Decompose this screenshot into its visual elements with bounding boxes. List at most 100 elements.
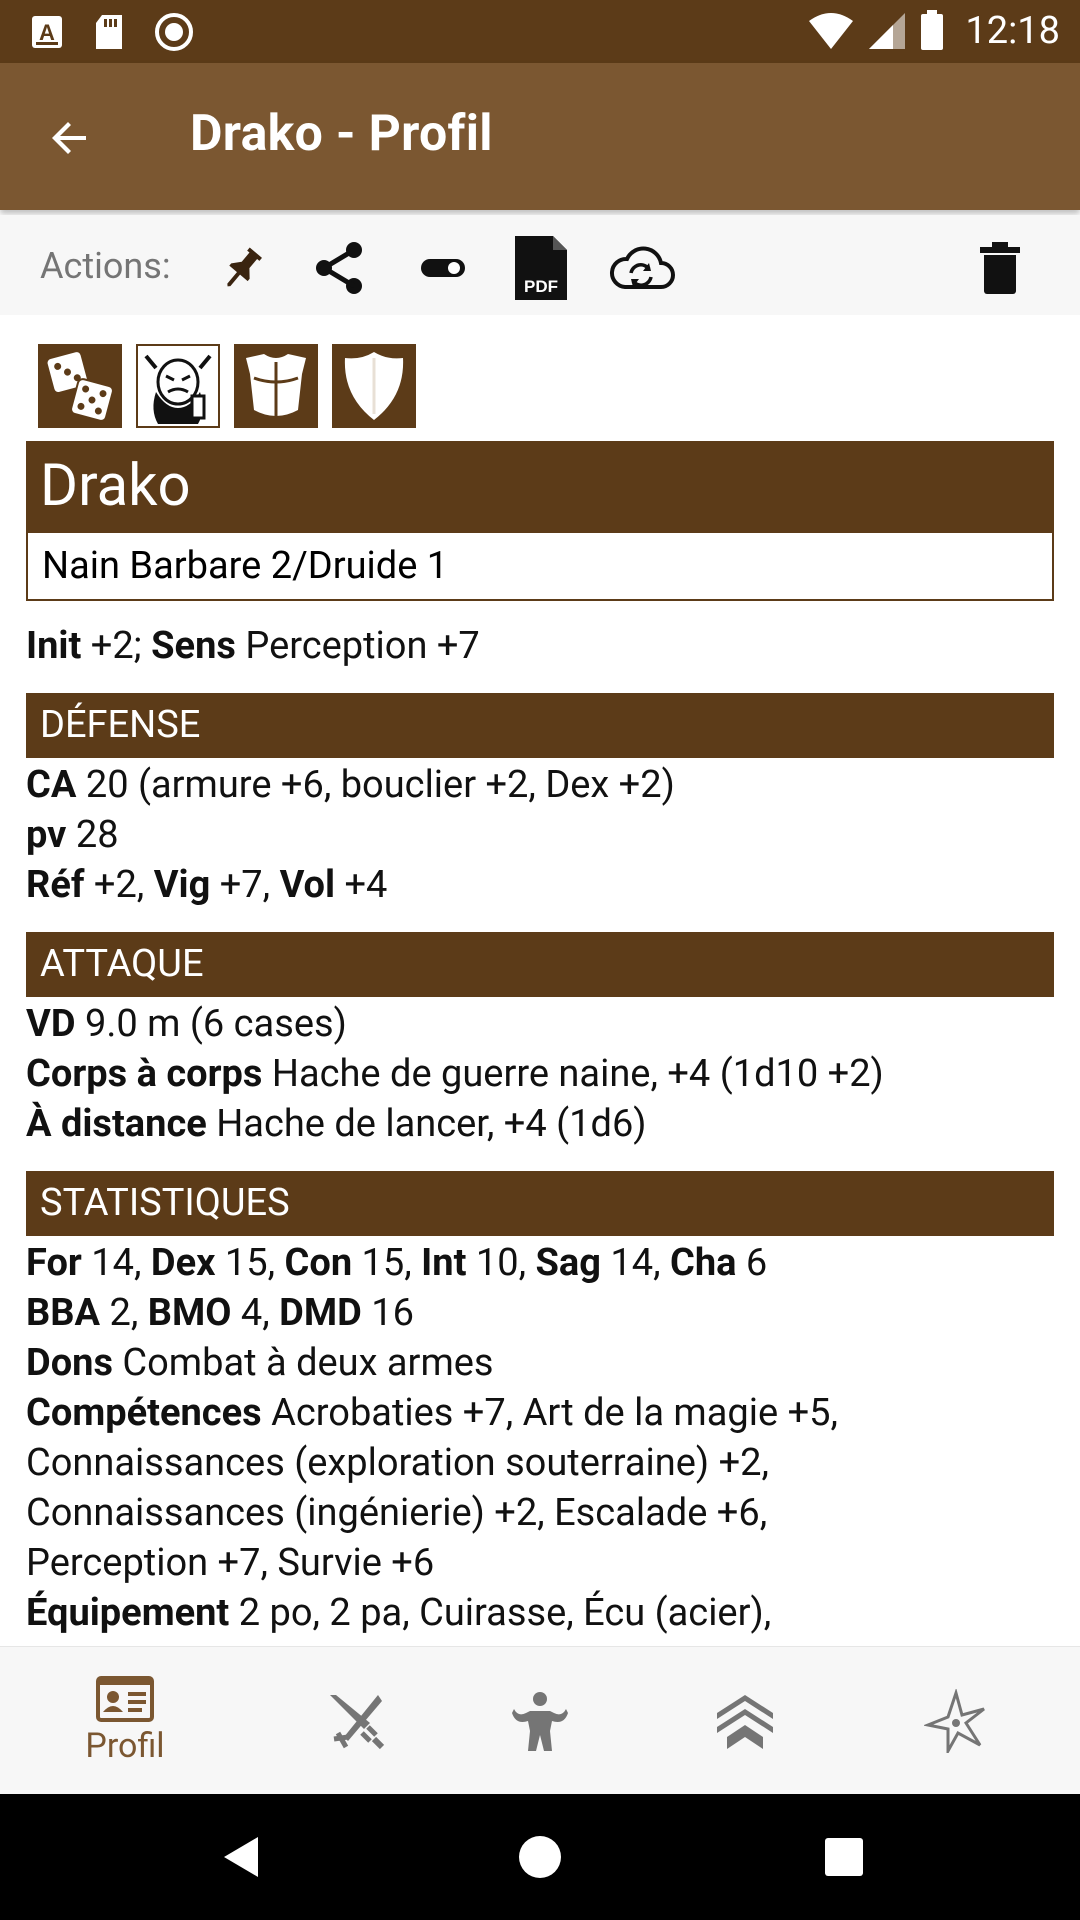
- dmd-label: DMD: [279, 1291, 362, 1335]
- sag-value: 14,: [600, 1241, 670, 1285]
- sens-label: Sens: [151, 624, 236, 668]
- defense-pv-line: pv 28: [26, 810, 1054, 860]
- nav-profil[interactable]: Profil: [17, 1647, 233, 1795]
- nav-abilities[interactable]: [432, 1647, 648, 1795]
- record-icon: [155, 13, 193, 51]
- cloud-sync-button[interactable]: [606, 233, 676, 303]
- ca-label: CA: [26, 763, 77, 807]
- skills-label: Compétences: [26, 1391, 262, 1435]
- stats-skills-line-2: Connaissances (exploration souterraine) …: [26, 1441, 769, 1485]
- attack-ranged-line: À distance Hache de lancer, +4 (1d6): [26, 1099, 1054, 1149]
- character-class: Nain Barbare 2/Druide 1: [26, 531, 1054, 601]
- melee-label: Corps à corps: [26, 1052, 263, 1096]
- pin-button[interactable]: [208, 233, 278, 303]
- bba-label: BBA: [26, 1291, 101, 1335]
- bottom-navigation: Profil: [0, 1646, 1080, 1794]
- cha-value: 6: [736, 1241, 768, 1285]
- delete-icon: [980, 242, 1020, 294]
- dice-button[interactable]: [38, 344, 122, 428]
- share-button[interactable]: [305, 233, 375, 303]
- pdf-icon: PDF: [515, 236, 567, 300]
- arrow-back-icon: [52, 122, 86, 154]
- pdf-button[interactable]: PDF: [506, 233, 576, 303]
- page-title: Drako - Profil: [190, 105, 493, 163]
- armor-button[interactable]: [234, 344, 318, 428]
- barbarian-portrait-icon: [138, 346, 218, 426]
- shield-button[interactable]: [332, 344, 416, 428]
- section-defense: DÉFENSE: [26, 693, 1054, 758]
- square-recents-icon: [825, 1838, 863, 1876]
- stats-abilities-line: For 14, Dex 15, Con 15, Int 10, Sag 14, …: [26, 1238, 1054, 1288]
- defense-saves-line: Réf +2, Vig +7, Vol +4: [26, 860, 1054, 910]
- cloud-sync-icon: [609, 246, 675, 289]
- stats-dons-line: Dons Combat à deux armes: [26, 1338, 1054, 1388]
- ranged-label: À distance: [26, 1102, 207, 1146]
- equipment-label: Équipement: [26, 1591, 230, 1635]
- section-stats: STATISTIQUES: [26, 1171, 1054, 1236]
- character-portrait[interactable]: [136, 344, 220, 428]
- sag-label: Sag: [535, 1241, 601, 1285]
- sd-card-icon: [96, 15, 122, 49]
- nav-level-up[interactable]: [637, 1647, 853, 1795]
- init-label: Init: [26, 624, 82, 668]
- ranged-value: Hache de lancer, +4 (1d6): [206, 1102, 647, 1146]
- abilities-icon: [512, 1692, 568, 1751]
- pin-icon: [227, 247, 262, 287]
- ref-label: Réf: [26, 863, 85, 907]
- dons-value: Combat à deux armes: [112, 1341, 494, 1385]
- actions-label: Actions:: [40, 245, 171, 287]
- sens-value: Perception +7: [235, 624, 480, 668]
- circle-home-icon: [519, 1836, 561, 1878]
- ref-value: +2,: [84, 863, 154, 907]
- nav-magic[interactable]: [848, 1647, 1064, 1795]
- pv-value: 28: [66, 813, 119, 857]
- delete-button[interactable]: [965, 233, 1035, 303]
- skills-value-1: Acrobaties +7, Art de la magie +5,: [261, 1391, 838, 1435]
- actions-toolbar: Actions: PDF: [0, 215, 1080, 315]
- vig-value: +7,: [210, 863, 280, 907]
- battery-icon: [921, 10, 944, 50]
- vol-label: Vol: [279, 863, 336, 907]
- toggle-button[interactable]: [408, 233, 478, 303]
- triangle-back-icon: [224, 1837, 258, 1877]
- for-label: For: [26, 1241, 82, 1285]
- stats-skills-line-3: Connaissances (ingénierie) +2, Escalade …: [26, 1491, 768, 1535]
- init-value: +2;: [81, 624, 152, 668]
- stats-skills-line-4: Perception +7, Survie +6: [26, 1541, 435, 1585]
- for-value: 14,: [81, 1241, 151, 1285]
- system-back-button[interactable]: [210, 1827, 270, 1887]
- attack-vd-line: VD 9.0 m (6 cases): [26, 999, 1054, 1049]
- back-button[interactable]: [40, 108, 100, 168]
- con-value: 15,: [352, 1241, 422, 1285]
- vig-label: Vig: [153, 863, 211, 907]
- app-bar: Drako - Profil: [0, 63, 1080, 210]
- dice-icon: [45, 350, 114, 422]
- share-icon: [316, 242, 362, 294]
- melee-value: Hache de guerre naine, +4 (1d10 +2): [262, 1052, 884, 1096]
- vd-value: 9.0 m (6 cases): [75, 1002, 347, 1046]
- stats-combat-line: BBA 2, BMO 4, DMD 16: [26, 1288, 1054, 1338]
- vol-value: +4: [335, 863, 388, 907]
- pv-label: pv: [26, 813, 67, 857]
- con-label: Con: [284, 1241, 353, 1285]
- stats-equipment-line: Équipement 2 po, 2 pa, Cuirasse, Écu (ac…: [26, 1588, 1054, 1637]
- status-notifications: A: [30, 12, 194, 52]
- svg-text:A: A: [39, 20, 55, 45]
- dex-value: 15,: [215, 1241, 285, 1285]
- int-value: 10,: [466, 1241, 536, 1285]
- status-time: 12:18: [965, 9, 1060, 53]
- defense-ca-line: CA 20 (armure +6, bouclier +2, Dex +2): [26, 760, 1054, 810]
- nav-profil-label: Profil: [85, 1726, 165, 1766]
- int-label: Int: [421, 1241, 467, 1285]
- a-notification-icon: A: [32, 16, 62, 48]
- system-recents-button[interactable]: [814, 1827, 874, 1887]
- bba-value: 2,: [100, 1291, 148, 1335]
- id-card-icon: [96, 1676, 154, 1722]
- toggle-icon: [421, 259, 465, 277]
- system-home-button[interactable]: [510, 1827, 570, 1887]
- dex-label: Dex: [150, 1241, 216, 1285]
- bmo-value: 4,: [231, 1291, 280, 1335]
- dons-label: Dons: [26, 1341, 113, 1385]
- cha-label: Cha: [670, 1241, 737, 1285]
- status-bar: A 12:18: [0, 0, 1080, 63]
